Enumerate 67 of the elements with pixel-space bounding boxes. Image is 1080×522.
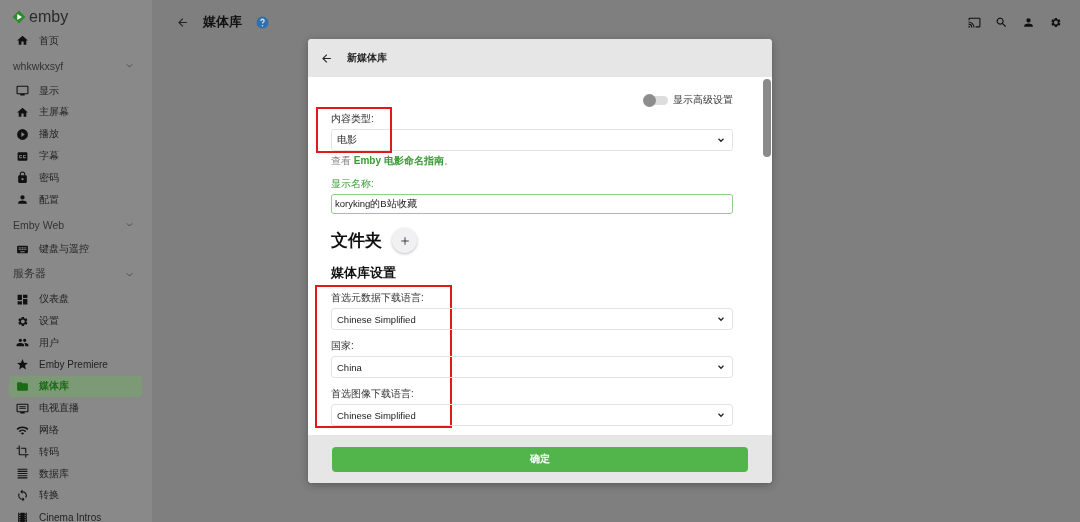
field-label: 显示名称: <box>331 177 375 191</box>
select-field[interactable]: 电影 <box>331 129 733 151</box>
sidebar-item[interactable]: Emby Premiere <box>9 353 142 376</box>
section-heading: 媒体库设置 <box>331 265 397 282</box>
sidebar-item[interactable]: 主屏幕 <box>9 101 142 124</box>
sidebar-item[interactable]: 转换 <box>9 484 142 507</box>
section-title: Emby Web <box>13 218 65 231</box>
sidebar-item[interactable]: 网络 <box>9 419 142 441</box>
sidebar-item[interactable]: 数据库 <box>9 462 142 485</box>
section-title: whkwkxsyf <box>13 59 64 72</box>
sidebar-item[interactable]: Cinema Intros <box>9 506 142 522</box>
person-icon <box>1022 15 1035 29</box>
captions-icon <box>16 149 29 163</box>
sidebar-item[interactable]: 电视直播 <box>9 397 142 420</box>
help-text: 查看 Emby 电影命名指南。 <box>331 154 455 168</box>
sidebar-item[interactable]: 键盘与遥控 <box>9 238 142 261</box>
dashboard-icon <box>16 292 29 306</box>
section-heading: 文件夹 <box>331 230 382 252</box>
sidebar-item[interactable]: 用户 <box>9 331 142 354</box>
field-label: 国家: <box>331 339 355 353</box>
field-label: 首选元数据下载语言: <box>331 291 425 305</box>
sidebar-item[interactable]: 转码 <box>9 440 142 463</box>
logo-text: emby <box>29 8 69 26</box>
field-label: 首选图像下载语言: <box>331 387 415 401</box>
sidebar-item[interactable]: 配置 <box>9 188 142 211</box>
list-icon <box>16 467 29 481</box>
search-icon <box>995 15 1008 29</box>
lock-icon <box>16 171 29 185</box>
sidebar-item[interactable]: 字幕 <box>9 145 142 167</box>
home-icon <box>16 106 29 119</box>
dialog-title: 新媒体库 <box>347 51 387 65</box>
crop-icon <box>16 445 29 459</box>
play-icon <box>16 127 29 141</box>
select-field[interactable]: Chinese Simplified <box>331 404 733 426</box>
sidebar-item[interactable]: 仪表盘 <box>9 288 142 311</box>
wifi-icon <box>16 423 29 437</box>
back-arrow-icon[interactable] <box>320 51 333 65</box>
cast-icon <box>968 15 981 29</box>
input-field[interactable]: koryking的B站收藏 <box>331 194 733 214</box>
person-icon <box>16 193 29 207</box>
settings-icon <box>1049 15 1062 29</box>
settings-icon <box>16 314 29 328</box>
folder-icon <box>16 379 29 393</box>
star-icon <box>16 358 29 372</box>
add-button[interactable] <box>392 228 417 253</box>
monitor-icon <box>16 84 29 98</box>
toggle-label: 显示高级设置 <box>673 93 733 107</box>
film-icon <box>16 510 29 522</box>
home-icon <box>16 34 29 48</box>
ok-button[interactable]: 确定 <box>332 446 748 472</box>
toggle-switch[interactable] <box>644 95 668 105</box>
select-field[interactable]: China <box>331 356 733 378</box>
select-field[interactable]: Chinese Simplified <box>331 308 733 330</box>
plus-icon <box>399 235 410 246</box>
field-label: 内容类型: <box>331 112 375 126</box>
logo-icon <box>12 10 26 24</box>
section-title: 服务器 <box>13 267 46 282</box>
scrollbar-thumb[interactable] <box>763 79 771 157</box>
sidebar-item[interactable]: 显示 <box>9 79 142 102</box>
sidebar-item[interactable]: 首页 <box>9 30 142 52</box>
screen-icon <box>16 401 29 415</box>
page-title: 媒体库 <box>203 13 242 31</box>
sync-icon <box>16 488 29 502</box>
sidebar-item[interactable]: 密码 <box>9 167 142 189</box>
sidebar-item[interactable]: 设置 <box>9 310 142 332</box>
help-icon[interactable] <box>256 15 269 29</box>
sidebar-item[interactable]: 播放 <box>9 123 142 146</box>
